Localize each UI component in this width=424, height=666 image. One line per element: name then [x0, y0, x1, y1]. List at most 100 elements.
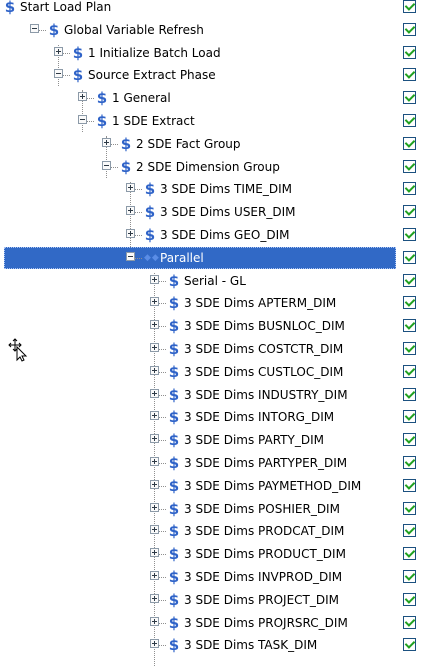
tree-row[interactable]: $3 SDE Dims GEO_DIM: [0, 224, 424, 246]
expand-toggle-icon[interactable]: [150, 297, 159, 307]
tree-row[interactable]: $3 SDE Dims PROJECT_DIM: [0, 589, 424, 611]
tree-row[interactable]: $2 SDE Fact Group: [0, 133, 424, 155]
expand-toggle-icon[interactable]: [150, 502, 159, 512]
expand-toggle-icon[interactable]: [150, 548, 159, 558]
tree-row[interactable]: $3 SDE Dims PAYMETHOD_DIM: [0, 475, 424, 497]
enabled-checkbox[interactable]: [403, 159, 416, 173]
enabled-checkbox[interactable]: [403, 319, 416, 333]
enabled-checkbox[interactable]: [403, 387, 416, 401]
enabled-checkbox[interactable]: [403, 342, 416, 355]
tree-row[interactable]: $3 SDE Dims PARTY_DIM: [0, 429, 424, 451]
enabled-checkbox[interactable]: [403, 410, 416, 424]
tree-row[interactable]: $3 SDE Dims PROJRSRC_DIM: [0, 612, 424, 634]
tree-row[interactable]: $3 SDE Dims POSHIER_DIM: [0, 498, 424, 520]
tree-row[interactable]: $3 SDE Dims USER_DIM: [0, 201, 424, 223]
tree-row[interactable]: $3 SDE Dims APTERM_DIM: [0, 292, 424, 314]
expand-toggle-icon[interactable]: [78, 92, 87, 102]
expand-toggle-icon[interactable]: [150, 616, 159, 626]
collapse-toggle-icon[interactable]: [102, 160, 111, 170]
dollar-sign-icon: $: [48, 20, 60, 39]
expand-toggle-icon[interactable]: [126, 183, 135, 193]
tree-row[interactable]: $3 SDE Dims PARTYPER_DIM: [0, 452, 424, 474]
tree-node-label: 3 SDE Dims PROJRSRC_DIM: [184, 615, 348, 630]
tree-row[interactable]: $3 SDE Dims INTORG_DIM: [0, 406, 424, 428]
expand-toggle-icon[interactable]: [150, 274, 159, 284]
expand-toggle-icon[interactable]: [150, 343, 159, 352]
enabled-checkbox[interactable]: [403, 433, 416, 447]
load-plan-tree[interactable]: $ Start Load Plan $ Global Variable Refresh…: [0, 0, 424, 666]
expand-toggle-icon[interactable]: [126, 229, 135, 238]
enabled-checkbox[interactable]: [403, 182, 416, 196]
enabled-checkbox[interactable]: [403, 250, 416, 264]
tree-row[interactable]: $3 SDE Dims PRODCAT_DIM: [0, 520, 424, 542]
tree-row[interactable]: $3 SDE Dims INVPROD_DIM: [0, 566, 424, 588]
tree-node-label: 1 SDE Extract: [112, 114, 195, 128]
collapse-toggle-icon[interactable]: [78, 115, 87, 124]
expand-toggle-icon[interactable]: [54, 46, 63, 56]
tree-row[interactable]: $3 SDE Dims TIME_DIM: [0, 178, 424, 200]
enabled-checkbox[interactable]: [403, 296, 416, 310]
enabled-checkbox[interactable]: [403, 228, 416, 241]
enabled-checkbox[interactable]: [403, 547, 416, 561]
collapse-toggle-icon[interactable]: [54, 69, 63, 79]
tree-row[interactable]: $1 SDE Extract: [0, 110, 424, 132]
enabled-checkbox[interactable]: [403, 615, 416, 629]
tree-row[interactable]: $ Source Extract Phase: [0, 64, 424, 86]
tree-row[interactable]: $3 SDE Dims CUSTLOC_DIM: [0, 361, 424, 383]
dollar-sign-icon: $: [168, 340, 180, 358]
tree-node-label: 3 SDE Dims INTORG_DIM: [184, 410, 335, 425]
enabled-checkbox[interactable]: [403, 0, 416, 13]
dollar-sign-icon: $: [120, 134, 132, 153]
tree-node-label: 3 SDE Dims USER_DIM: [160, 205, 296, 220]
dollar-sign-icon: $: [168, 317, 180, 336]
enabled-checkbox[interactable]: [403, 45, 416, 59]
enabled-checkbox[interactable]: [403, 456, 416, 469]
enabled-checkbox[interactable]: [403, 638, 416, 652]
tree-row[interactable]: $1 Initialize Batch Load: [0, 42, 424, 64]
enabled-checkbox[interactable]: [403, 205, 416, 219]
enabled-checkbox[interactable]: [403, 136, 416, 150]
tree-row[interactable]: $3 SDE Dims BUSNLOC_DIM: [0, 315, 424, 337]
enabled-checkbox[interactable]: [403, 570, 416, 583]
tree-node-label: 3 SDE Dims COSTCTR_DIM: [184, 342, 344, 356]
parallel-icon: ◆◆: [144, 252, 160, 263]
expand-toggle-icon[interactable]: [150, 571, 159, 580]
expand-toggle-icon[interactable]: [150, 593, 159, 603]
collapse-toggle-icon[interactable]: [30, 23, 39, 33]
enabled-checkbox[interactable]: [403, 501, 416, 515]
tree-row[interactable]: $3 SDE Dims COSTCTR_DIM: [0, 338, 424, 360]
enabled-checkbox[interactable]: [403, 114, 416, 127]
tree-row[interactable]: $2 SDE Dimension Group: [0, 156, 424, 178]
enabled-checkbox[interactable]: [403, 91, 416, 105]
expand-toggle-icon[interactable]: [150, 434, 159, 444]
enabled-checkbox[interactable]: [403, 364, 416, 378]
enabled-checkbox[interactable]: [403, 478, 416, 492]
expand-toggle-icon[interactable]: [150, 457, 159, 466]
dollar-sign-icon: $: [168, 385, 180, 404]
expand-toggle-icon[interactable]: [126, 206, 135, 216]
enabled-checkbox[interactable]: [403, 273, 416, 287]
tree-node-label: 1 Initialize Batch Load: [88, 45, 221, 60]
dollar-sign-icon: $: [168, 522, 180, 541]
expand-toggle-icon[interactable]: [150, 320, 159, 330]
expand-toggle-icon[interactable]: [102, 137, 111, 147]
tree-row[interactable]: $ Serial - GL: [0, 270, 424, 292]
expand-toggle-icon[interactable]: [150, 479, 159, 489]
tree-row[interactable]: $3 SDE Dims INDUSTRY_DIM: [0, 384, 424, 406]
expand-toggle-icon[interactable]: [150, 639, 159, 649]
tree-row[interactable]: $1 General: [0, 87, 424, 109]
expand-toggle-icon[interactable]: [150, 525, 159, 535]
enabled-checkbox[interactable]: [403, 524, 416, 538]
tree-row[interactable]: $3 SDE Dims PRODUCT_DIM: [0, 543, 424, 565]
collapse-toggle-icon[interactable]: [126, 251, 135, 261]
tree-row[interactable]: ◆◆ Parallel: [0, 246, 424, 269]
expand-toggle-icon[interactable]: [150, 388, 159, 398]
enabled-checkbox[interactable]: [403, 592, 416, 606]
tree-row[interactable]: $ Start Load Plan: [0, 0, 424, 18]
enabled-checkbox[interactable]: [403, 22, 416, 36]
expand-toggle-icon[interactable]: [150, 411, 159, 421]
expand-toggle-icon[interactable]: [150, 365, 159, 375]
tree-row[interactable]: $3 SDE Dims TASK_DIM: [0, 634, 424, 656]
enabled-checkbox[interactable]: [403, 68, 416, 82]
tree-row[interactable]: $ Global Variable Refresh: [0, 19, 424, 41]
